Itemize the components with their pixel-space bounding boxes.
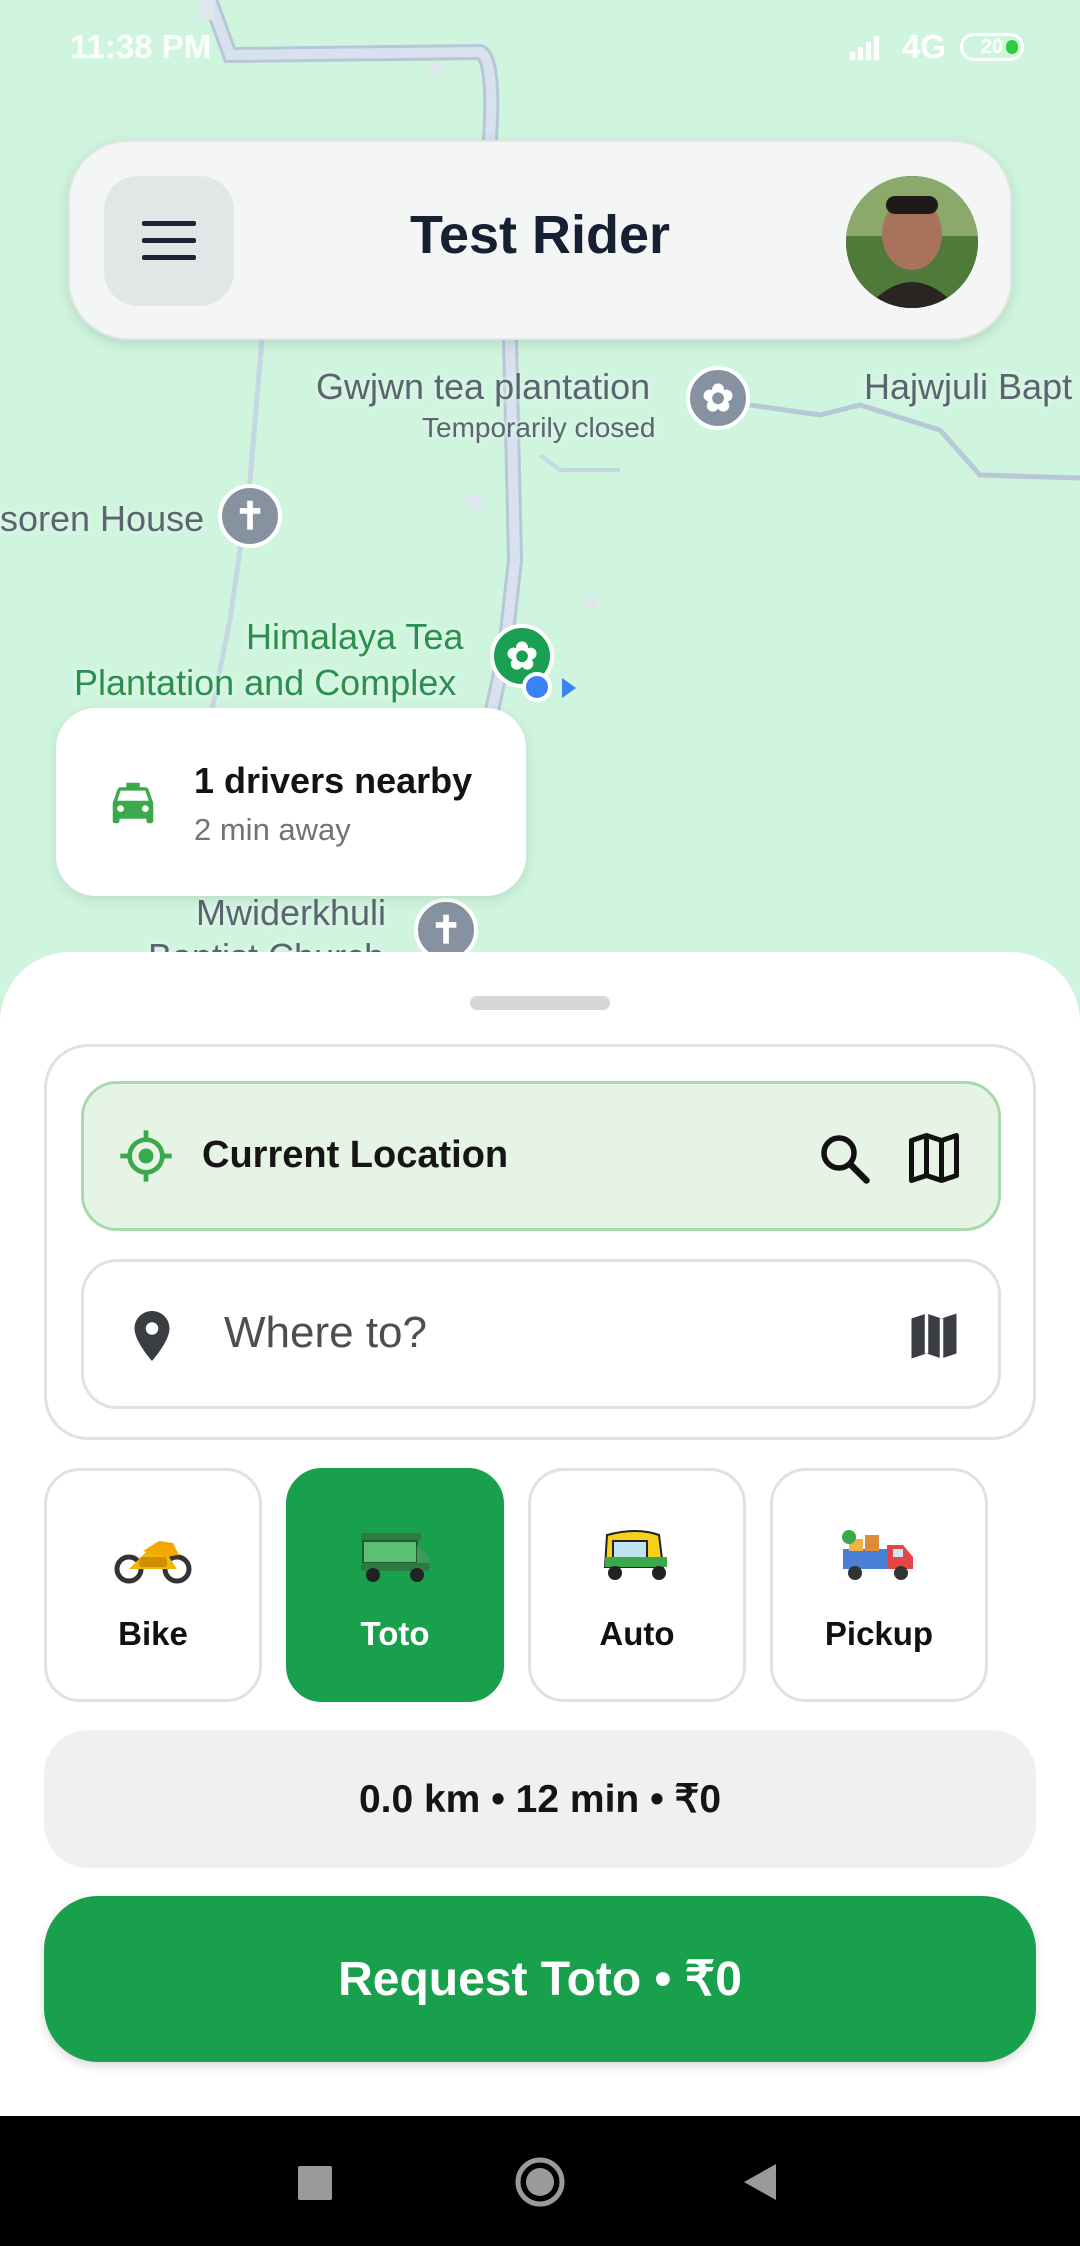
toto-rickshaw-icon — [361, 1533, 429, 1582]
signal-icon — [849, 36, 879, 60]
place-pin-icon[interactable]: ✿ — [686, 366, 750, 430]
map-outline-icon[interactable] — [904, 1128, 964, 1188]
vehicle-label: Auto — [599, 1615, 675, 1652]
trip-summary: 0.0 km • 12 min • ₹0 — [44, 1730, 1036, 1868]
current-location-dot-icon — [522, 672, 552, 702]
vehicle-option-pickup[interactable]: Pickup — [770, 1468, 988, 1702]
auto-rickshaw-icon — [603, 1530, 667, 1580]
vehicle-option-bike[interactable]: Bike — [44, 1468, 262, 1702]
location-pin-icon — [134, 1311, 170, 1361]
vehicle-option-toto[interactable]: Toto — [286, 1468, 504, 1702]
map-label-soren[interactable]: soren House — [0, 498, 204, 540]
heading-arrow-icon — [562, 678, 576, 698]
pickup-label: Current Location — [202, 1134, 509, 1176]
search-icon[interactable] — [814, 1128, 874, 1188]
back-icon[interactable] — [742, 2162, 778, 2202]
map-filled-icon[interactable] — [904, 1306, 964, 1366]
booking-sheet: Current Location Where to? Bike Toto Aut… — [0, 952, 1080, 2116]
map-label-himalaya-2[interactable]: Plantation and Complex — [74, 662, 456, 704]
recents-icon[interactable] — [298, 2166, 332, 2200]
destination-field[interactable]: Where to? — [81, 1259, 1001, 1409]
battery-level: 20 — [980, 35, 1004, 58]
motorbike-icon — [114, 1541, 192, 1584]
map-label-gwjwn[interactable]: Gwjwn tea plantation — [316, 366, 650, 408]
map-label-himalaya-1[interactable]: Himalaya Tea — [246, 616, 463, 658]
home-icon[interactable] — [514, 2156, 566, 2208]
gps-target-icon — [120, 1130, 172, 1182]
vehicle-options: Bike Toto Auto Pickup — [44, 1468, 1036, 1704]
request-ride-button[interactable]: Request Toto • ₹0 — [44, 1896, 1036, 2062]
vehicle-option-auto[interactable]: Auto — [528, 1468, 746, 1702]
system-nav-bar — [0, 2116, 1080, 2246]
map-label-gwjwn-status: Temporarily closed — [422, 412, 656, 443]
taxi-icon — [112, 782, 154, 824]
destination-placeholder: Where to? — [224, 1308, 427, 1357]
top-header: Test Rider — [68, 140, 1012, 340]
network-type: 4G — [901, 28, 946, 65]
pickup-truck-icon — [842, 1530, 913, 1580]
map-label-mwiderkhuli[interactable]: Mwiderkhuli — [196, 892, 386, 934]
profile-photo — [846, 176, 978, 308]
battery-icon: 20 — [960, 33, 1024, 61]
vehicle-label: Bike — [118, 1615, 188, 1652]
drivers-eta: 2 min away — [194, 812, 351, 847]
church-pin-icon[interactable]: ✝ — [218, 484, 282, 548]
sheet-drag-handle[interactable] — [470, 996, 610, 1010]
location-card: Current Location Where to? — [44, 1044, 1036, 1440]
drivers-nearby-count: 1 drivers nearby — [194, 760, 473, 801]
pickup-field[interactable]: Current Location — [81, 1081, 1001, 1231]
map-label-hajwjuli[interactable]: Hajwjuli Bapt — [864, 366, 1072, 408]
status-bar: 11:38 PM 4G 20 — [0, 0, 1080, 96]
drivers-nearby-card: 1 drivers nearby 2 min away — [56, 708, 526, 896]
status-time: 11:38 PM — [70, 28, 212, 65]
vehicle-label: Toto — [360, 1615, 430, 1652]
avatar[interactable] — [846, 176, 978, 308]
vehicle-label: Pickup — [824, 1615, 934, 1652]
